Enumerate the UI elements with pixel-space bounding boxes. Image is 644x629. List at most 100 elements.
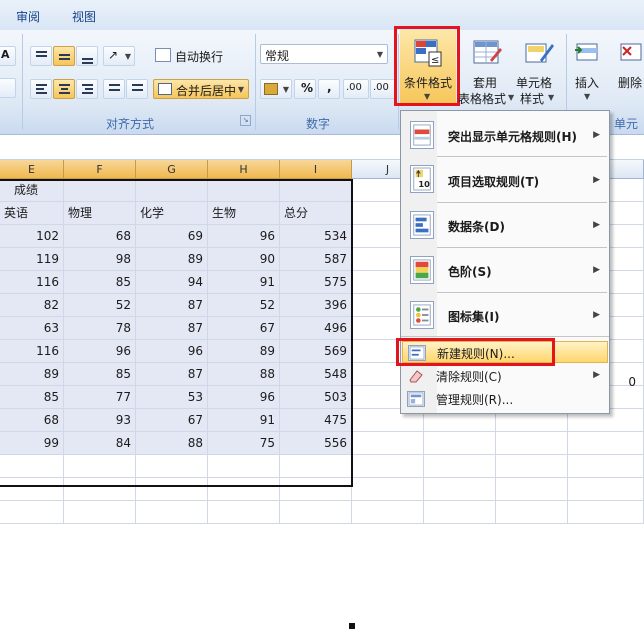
menu-item-icon-sets[interactable]: 图标集(I) ▶ (402, 297, 608, 333)
align-left-button[interactable] (30, 79, 52, 99)
increase-decimal-button[interactable]: .00 (343, 79, 369, 99)
table-cell[interactable] (136, 501, 208, 524)
column-header-g[interactable]: G (136, 160, 208, 179)
orientation-button[interactable]: ↗ ▼ (103, 46, 135, 66)
delete-button[interactable]: 删除 (612, 30, 644, 106)
menu-item-top-bottom-rules[interactable]: 10 项目选取规则(T) ▶ (402, 161, 608, 199)
cell-styles-button[interactable]: 单元格 样式 ▼ (514, 30, 564, 106)
table-cell[interactable] (424, 478, 496, 501)
font-dropdown-button[interactable] (0, 78, 16, 98)
table-cell[interactable]: 89 (208, 340, 280, 363)
table-cell[interactable] (424, 432, 496, 455)
table-cell[interactable] (280, 501, 352, 524)
table-cell[interactable]: 82 (0, 294, 64, 317)
table-cell[interactable]: 90 (208, 248, 280, 271)
table-header-cell[interactable]: 物理 (64, 202, 136, 225)
table-cell[interactable] (352, 432, 424, 455)
table-cell[interactable] (64, 478, 136, 501)
increase-indent-button[interactable] (126, 79, 148, 99)
table-header-cell[interactable]: 化学 (136, 202, 208, 225)
wrap-text-button[interactable]: 自动换行 (153, 46, 229, 66)
table-cell[interactable]: 89 (0, 363, 64, 386)
number-format-select[interactable]: 常规 ▼ (260, 44, 388, 64)
table-cell[interactable]: 548 (280, 363, 352, 386)
menu-item-manage-rules[interactable]: 管理规则(R)... (402, 388, 608, 410)
table-cell[interactable]: 102 (0, 225, 64, 248)
column-header-h[interactable]: H (208, 160, 280, 179)
table-cell[interactable] (280, 478, 352, 501)
menu-item-color-scales[interactable]: 色阶(S) ▶ (402, 252, 608, 288)
table-cell[interactable]: 69 (136, 225, 208, 248)
table-cell[interactable] (568, 432, 644, 455)
table-cell[interactable]: 569 (280, 340, 352, 363)
table-cell[interactable]: 85 (64, 271, 136, 294)
table-cell[interactable]: 75 (208, 432, 280, 455)
insert-button[interactable]: 插入 ▼ (568, 30, 608, 106)
table-cell[interactable] (352, 501, 424, 524)
table-cell[interactable]: 116 (0, 340, 64, 363)
table-cell[interactable] (496, 432, 568, 455)
column-header-e[interactable]: E (0, 160, 64, 179)
table-cell[interactable]: 85 (64, 363, 136, 386)
table-cell[interactable]: 68 (64, 225, 136, 248)
menu-item-clear-rules[interactable]: 清除规则(C) ▶ (402, 365, 608, 387)
font-size-button[interactable]: A (0, 46, 16, 66)
table-cell[interactable]: 88 (136, 432, 208, 455)
table-header-cell[interactable]: 总分 (280, 202, 352, 225)
decrease-indent-button[interactable] (103, 79, 125, 99)
table-cell[interactable] (496, 478, 568, 501)
decrease-decimal-button[interactable]: .00 (370, 79, 396, 99)
table-cell[interactable] (568, 478, 644, 501)
table-cell[interactable]: 成绩 (0, 179, 64, 202)
table-cell[interactable]: 84 (64, 432, 136, 455)
table-cell[interactable]: 96 (136, 340, 208, 363)
table-cell[interactable]: 52 (64, 294, 136, 317)
table-cell[interactable]: 99 (0, 432, 64, 455)
table-cell[interactable]: 68 (0, 409, 64, 432)
fill-handle[interactable] (349, 623, 355, 629)
accounting-format-button[interactable]: ▼ (260, 79, 292, 99)
tab-view[interactable]: 视图 (72, 8, 96, 25)
tab-review[interactable]: 审阅 (16, 8, 40, 25)
table-cell[interactable]: 77 (64, 386, 136, 409)
table-cell[interactable] (424, 455, 496, 478)
table-cell[interactable]: 91 (208, 409, 280, 432)
format-as-table-button[interactable]: 套用 表格格式 ▼ (458, 30, 516, 106)
table-cell[interactable]: 89 (136, 248, 208, 271)
table-cell[interactable] (208, 179, 280, 202)
table-cell[interactable] (208, 455, 280, 478)
table-cell[interactable] (352, 455, 424, 478)
table-cell[interactable]: 96 (208, 386, 280, 409)
table-cell[interactable]: 119 (0, 248, 64, 271)
menu-item-highlight-rules[interactable]: 突出显示单元格规则(H) ▶ (402, 117, 608, 153)
table-cell[interactable] (136, 455, 208, 478)
table-cell[interactable]: 88 (208, 363, 280, 386)
table-cell[interactable] (280, 455, 352, 478)
table-cell[interactable]: 87 (136, 294, 208, 317)
table-cell[interactable] (64, 179, 136, 202)
alignment-launcher-icon[interactable]: ↘ (240, 115, 251, 126)
table-cell[interactable] (496, 455, 568, 478)
table-cell[interactable]: 87 (136, 363, 208, 386)
table-cell[interactable]: 496 (280, 317, 352, 340)
table-cell[interactable] (208, 501, 280, 524)
align-bottom-button[interactable] (76, 46, 98, 66)
table-cell[interactable] (424, 501, 496, 524)
table-cell[interactable]: 534 (280, 225, 352, 248)
table-cell[interactable] (568, 501, 644, 524)
table-cell[interactable] (496, 501, 568, 524)
table-cell[interactable] (0, 501, 64, 524)
table-cell[interactable]: 503 (280, 386, 352, 409)
align-right-button[interactable] (76, 79, 98, 99)
menu-item-data-bars[interactable]: 数据条(D) ▶ (402, 207, 608, 243)
table-header-cell[interactable]: 英语 (0, 202, 64, 225)
align-top-button[interactable] (30, 46, 52, 66)
table-cell[interactable]: 96 (64, 340, 136, 363)
percent-button[interactable]: % (294, 79, 316, 99)
comma-button[interactable]: , (318, 79, 340, 99)
align-middle-button[interactable] (53, 46, 75, 66)
table-cell[interactable] (136, 179, 208, 202)
table-cell[interactable]: 116 (0, 271, 64, 294)
table-cell[interactable]: 98 (64, 248, 136, 271)
table-cell[interactable]: 63 (0, 317, 64, 340)
